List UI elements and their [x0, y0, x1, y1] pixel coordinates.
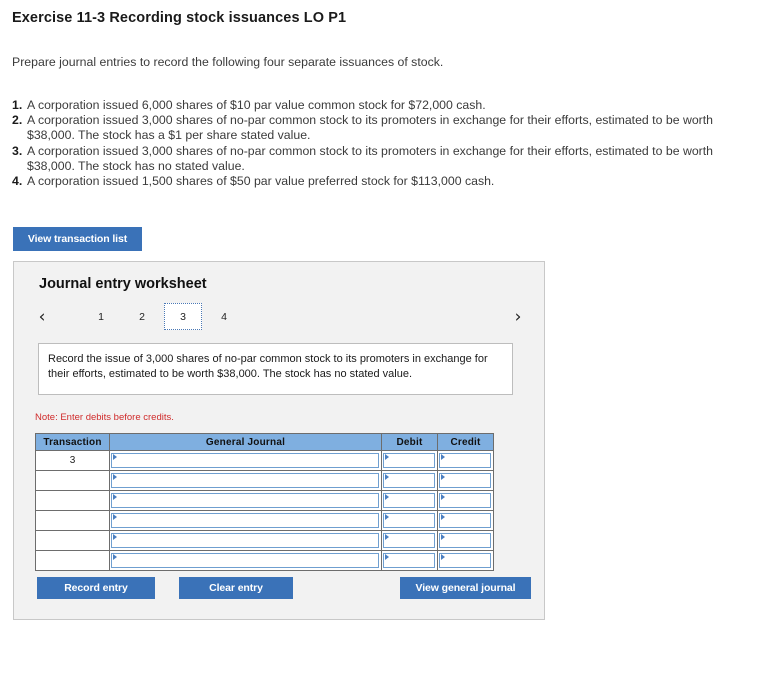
account-select-field[interactable] — [111, 493, 379, 508]
tab-4[interactable]: 4 — [205, 303, 243, 330]
table-row: 3 — [35, 450, 494, 471]
column-header-transaction: Transaction — [35, 433, 110, 451]
worksheet-instruction-box: Record the issue of 3,000 shares of no-p… — [38, 343, 513, 395]
general-journal-input-cell[interactable] — [109, 510, 382, 531]
credit-input-cell[interactable] — [437, 470, 494, 491]
debit-input-cell[interactable] — [381, 550, 438, 571]
transaction-number-cell — [35, 550, 110, 571]
transaction-number-cell — [35, 510, 110, 531]
account-select-field[interactable] — [111, 473, 379, 488]
table-row — [35, 470, 494, 491]
account-select-field[interactable] — [111, 513, 379, 528]
credit-input-cell[interactable] — [437, 490, 494, 511]
view-general-journal-button[interactable]: View general journal — [400, 577, 531, 599]
list-item-number: 3. — [12, 143, 23, 158]
credit-input-cell[interactable] — [437, 550, 494, 571]
credit-input-cell[interactable] — [437, 530, 494, 551]
table-row — [35, 550, 494, 571]
general-journal-input-cell[interactable] — [109, 550, 382, 571]
column-header-general-journal: General Journal — [109, 433, 382, 451]
transaction-number-cell — [35, 470, 110, 491]
journal-entry-worksheet-panel: Journal entry worksheet ‹ 1 2 3 4 › Reco… — [13, 261, 545, 620]
requirements-list: 1. A corporation issued 6,000 shares of … — [12, 98, 752, 189]
transaction-number-cell — [35, 490, 110, 511]
table-row — [35, 530, 494, 551]
debit-amount-field[interactable] — [383, 453, 435, 468]
transaction-number-cell: 3 — [35, 450, 110, 471]
credit-amount-field[interactable] — [439, 513, 491, 528]
debits-before-credits-note: Note: Enter debits before credits. — [35, 412, 174, 423]
general-journal-input-cell[interactable] — [109, 490, 382, 511]
general-journal-input-cell[interactable] — [109, 450, 382, 471]
list-item-number: 1. — [12, 98, 23, 112]
page-title: Exercise 11-3 Recording stock issuances … — [12, 10, 347, 26]
list-item-text: A corporation issued 6,000 shares of $10… — [27, 98, 486, 112]
view-transaction-list-button[interactable]: View transaction list — [13, 227, 142, 251]
list-item-text: A corporation issued 3,000 shares of no-… — [27, 113, 714, 143]
list-item-text: A corporation issued 1,500 shares of $50… — [27, 174, 495, 189]
list-item-text: A corporation issued 3,000 shares of no-… — [27, 143, 714, 173]
debit-amount-field[interactable] — [383, 513, 435, 528]
account-select-field[interactable] — [111, 533, 379, 548]
account-select-field[interactable] — [111, 553, 379, 568]
tab-3[interactable]: 3 — [164, 303, 202, 330]
list-item: 1. A corporation issued 6,000 shares of … — [12, 98, 752, 113]
list-item: 3. A corporation issued 3,000 shares of … — [12, 144, 752, 174]
tab-1[interactable]: 1 — [82, 303, 120, 330]
credit-input-cell[interactable] — [437, 450, 494, 471]
chevron-left-icon[interactable]: ‹ — [33, 305, 51, 329]
list-item: 4. A corporation issued 1,500 shares of … — [12, 174, 752, 189]
list-item-number: 4. — [12, 174, 23, 189]
debit-input-cell[interactable] — [381, 470, 438, 491]
chevron-right-icon[interactable]: › — [509, 305, 527, 329]
list-item: 2. A corporation issued 3,000 shares of … — [12, 113, 752, 143]
column-header-debit: Debit — [381, 433, 438, 451]
worksheet-tab-strip: ‹ 1 2 3 4 › — [33, 303, 527, 333]
credit-amount-field[interactable] — [439, 553, 491, 568]
debit-amount-field[interactable] — [383, 553, 435, 568]
general-journal-input-cell[interactable] — [109, 530, 382, 551]
instructions-text: Prepare journal entries to record the fo… — [12, 55, 444, 69]
list-item-number: 2. — [12, 113, 23, 128]
debit-input-cell[interactable] — [381, 450, 438, 471]
table-row — [35, 490, 494, 511]
record-entry-button[interactable]: Record entry — [37, 577, 155, 599]
debit-input-cell[interactable] — [381, 530, 438, 551]
clear-entry-button[interactable]: Clear entry — [179, 577, 293, 599]
credit-input-cell[interactable] — [437, 510, 494, 531]
table-header-row: Transaction General Journal Debit Credit — [35, 433, 494, 451]
credit-amount-field[interactable] — [439, 493, 491, 508]
debit-input-cell[interactable] — [381, 510, 438, 531]
debit-input-cell[interactable] — [381, 490, 438, 511]
credit-amount-field[interactable] — [439, 453, 491, 468]
debit-amount-field[interactable] — [383, 473, 435, 488]
credit-amount-field[interactable] — [439, 473, 491, 488]
column-header-credit: Credit — [437, 433, 494, 451]
table-row — [35, 510, 494, 531]
account-select-field[interactable] — [111, 453, 379, 468]
journal-entry-table: Transaction General Journal Debit Credit… — [35, 433, 494, 571]
worksheet-title: Journal entry worksheet — [39, 276, 207, 292]
transaction-number-cell — [35, 530, 110, 551]
general-journal-input-cell[interactable] — [109, 470, 382, 491]
credit-amount-field[interactable] — [439, 533, 491, 548]
tab-2[interactable]: 2 — [123, 303, 161, 330]
debit-amount-field[interactable] — [383, 493, 435, 508]
debit-amount-field[interactable] — [383, 533, 435, 548]
